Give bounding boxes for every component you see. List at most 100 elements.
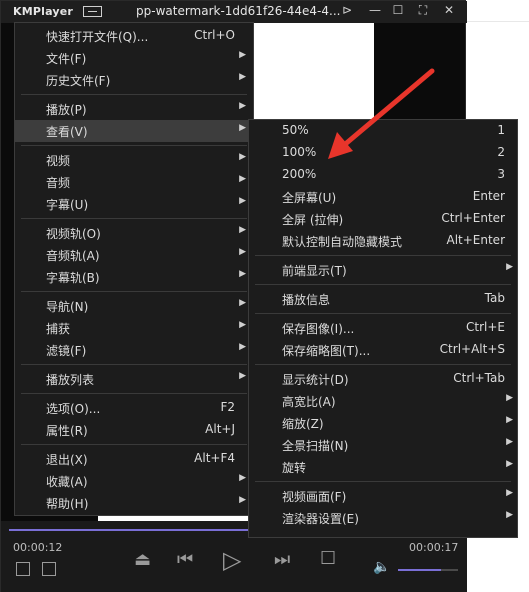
main-menu-separator — [21, 218, 247, 219]
main-menu-separator — [21, 291, 247, 292]
view-submenu-item-7[interactable]: 播放信息 Tab — [249, 288, 517, 310]
window-file-title: pp-watermark-1dd61f26-44e4-4... — [136, 4, 341, 18]
submenu-arrow-icon: ▶ — [239, 269, 246, 279]
next-icon[interactable]: ⏭ — [274, 549, 290, 570]
main-menu-item-label: 查看(V) — [46, 125, 88, 139]
eject-icon[interactable]: ⏏ — [134, 549, 151, 570]
main-menu-item-8[interactable]: 视频轨(O) ▶ — [15, 222, 253, 244]
main-menu-item-4[interactable]: 查看(V) ▶ — [15, 120, 253, 142]
time-total: 00:00:17 — [409, 541, 459, 554]
close-icon[interactable]: ✕ — [441, 3, 457, 17]
main-menu-item-2[interactable]: 历史文件(F) ▶ — [15, 69, 253, 91]
view-submenu-item-13[interactable]: 全景扫描(N) ▶ — [249, 434, 517, 456]
view-submenu-item-5[interactable]: 默认控制自动隐藏模式 Alt+Enter — [249, 230, 517, 252]
main-menu-item-5[interactable]: 视频 ▶ — [15, 149, 253, 171]
main-menu-item-label: 音频 — [46, 176, 71, 190]
view-submenu-item-1[interactable]: 100% 2 — [249, 142, 517, 164]
view-submenu-item-label: 高宽比(A) — [282, 395, 336, 409]
view-submenu-item-label: 100% — [282, 145, 317, 159]
speaker-icon[interactable]: 🔈 — [373, 559, 390, 575]
view-submenu-item-11[interactable]: 高宽比(A) ▶ — [249, 390, 517, 412]
main-menu-item-13[interactable]: 滤镜(F) ▶ — [15, 339, 253, 361]
view-submenu-item-4[interactable]: 全屏 (拉伸) Ctrl+Enter — [249, 208, 517, 230]
main-menu-item-label: 属性(R) — [46, 424, 88, 438]
main-menu-item-19[interactable]: 帮助(H) ▶ — [15, 492, 253, 514]
app-logo[interactable]: KMPlayer — [13, 5, 73, 18]
main-menu-item-9[interactable]: 音频轨(A) ▶ — [15, 244, 253, 266]
view-submenu-item-14[interactable]: 旋转 ▶ — [249, 456, 517, 478]
main-menu-item-15[interactable]: 选项(O)... F2 — [15, 397, 253, 419]
view-submenu-item-label: 旋转 — [282, 461, 307, 475]
view-submenu-item-10[interactable]: 显示统计(D) Ctrl+Tab — [249, 368, 517, 390]
minimize-icon[interactable]: — — [367, 3, 383, 17]
main-menu-item-shortcut: Ctrl+O — [194, 28, 235, 42]
main-menu-item-6[interactable]: 音频 ▶ — [15, 171, 253, 193]
submenu-arrow-icon: ▶ — [239, 152, 246, 162]
main-menu-item-18[interactable]: 收藏(A) ▶ — [15, 470, 253, 492]
main-menu-item-10[interactable]: 字幕轨(B) ▶ — [15, 266, 253, 288]
main-menu-item-label: 字幕轨(B) — [46, 271, 100, 285]
submenu-arrow-icon: ▶ — [506, 415, 513, 425]
main-menu-item-11[interactable]: 导航(N) ▶ — [15, 295, 253, 317]
main-menu-separator — [21, 393, 247, 394]
main-menu-separator — [21, 444, 247, 445]
submenu-arrow-icon: ▶ — [506, 459, 513, 469]
view-submenu-item-16[interactable]: 渲染器设置(E) ▶ — [249, 507, 517, 529]
view-submenu-item-label: 默认控制自动隐藏模式 — [282, 235, 403, 249]
main-menu-item-3[interactable]: 播放(P) ▶ — [15, 98, 253, 120]
main-menu-item-1[interactable]: 文件(F) ▶ — [15, 47, 253, 69]
main-menu-item-label: 历史文件(F) — [46, 74, 111, 88]
main-menu-item-12[interactable]: 捕获 ▶ — [15, 317, 253, 339]
main-menu-item-label: 快速打开文件(Q)... — [46, 30, 149, 44]
view-submenu: 50% 1 100% 2 200% 3 全屏幕(U) Enter 全屏 (拉伸) Ctrl+Ent… — [248, 119, 518, 538]
main-menu-item-label: 视频轨(O) — [46, 227, 101, 241]
main-menu-item-17[interactable]: 退出(X) Alt+F4 — [15, 448, 253, 470]
submenu-arrow-icon: ▶ — [239, 342, 246, 352]
view-submenu-item-2[interactable]: 200% 3 — [249, 164, 517, 186]
view-submenu-item-0[interactable]: 50% 1 — [249, 120, 517, 142]
main-menu-item-shortcut: F2 — [220, 400, 235, 414]
main-menu-item-label: 收藏(A) — [46, 475, 88, 489]
title-bar[interactable]: KMPlayer pp-watermark-1dd61f26-44e4-4...… — [1, 1, 467, 23]
submenu-arrow-icon: ▶ — [239, 495, 246, 505]
submenu-arrow-icon: ▶ — [239, 371, 246, 381]
play-icon[interactable]: ▷ — [223, 546, 241, 574]
main-menu-separator — [21, 94, 247, 95]
main-menu-item-7[interactable]: 字幕(U) ▶ — [15, 193, 253, 215]
main-menu-item-label: 退出(X) — [46, 453, 88, 467]
view-submenu-item-3[interactable]: 全屏幕(U) Enter — [249, 186, 517, 208]
view-submenu-item-shortcut: Tab — [484, 291, 505, 305]
main-menu-item-0[interactable]: 快速打开文件(Q)... Ctrl+O — [15, 25, 253, 47]
fullscreen-icon[interactable]: ⛶ — [415, 3, 431, 18]
view-submenu-item-15[interactable]: 视频画面(F) ▶ — [249, 485, 517, 507]
mini-mode-icon[interactable] — [83, 6, 102, 17]
view-submenu-item-label: 缩放(Z) — [282, 417, 324, 431]
main-menu-item-label: 导航(N) — [46, 300, 89, 314]
maximize-icon[interactable]: ☐ — [390, 3, 406, 17]
volume-slider[interactable] — [398, 569, 458, 571]
view-submenu-item-label: 渲染器设置(E) — [282, 512, 359, 526]
main-menu-item-label: 帮助(H) — [46, 497, 89, 511]
submenu-arrow-icon: ▶ — [239, 50, 246, 60]
submenu-arrow-icon: ▶ — [506, 437, 513, 447]
view-submenu-item-9[interactable]: 保存缩略图(T)... Ctrl+Alt+S — [249, 339, 517, 361]
main-menu-item-16[interactable]: 属性(R) Alt+J — [15, 419, 253, 441]
main-menu-item-label: 播放列表 — [46, 373, 95, 387]
view-submenu-item-6[interactable]: 前端显示(T) ▶ — [249, 259, 517, 281]
playlist-icon[interactable] — [16, 562, 30, 576]
submenu-arrow-icon: ▶ — [239, 174, 246, 184]
context-menu: 快速打开文件(Q)... Ctrl+O 文件(F) ▶ 历史文件(F) ▶ 播放(P) ▶ 查看… — [14, 22, 254, 516]
download-icon[interactable] — [42, 562, 56, 576]
view-submenu-item-label: 播放信息 — [282, 293, 331, 307]
submenu-arrow-icon: ▶ — [239, 196, 246, 206]
submenu-arrow-icon: ▶ — [239, 72, 246, 82]
prev-icon[interactable]: ⏮ — [177, 549, 193, 570]
view-submenu-item-12[interactable]: 缩放(Z) ▶ — [249, 412, 517, 434]
stop-icon[interactable]: ☐ — [320, 548, 336, 569]
view-submenu-item-shortcut: Ctrl+E — [466, 320, 505, 334]
view-submenu-item-shortcut: Alt+Enter — [446, 233, 505, 247]
main-menu-item-14[interactable]: 播放列表 ▶ — [15, 368, 253, 390]
submenu-arrow-icon: ▶ — [506, 262, 513, 272]
pin-icon[interactable]: ⊳ — [339, 3, 355, 17]
view-submenu-item-8[interactable]: 保存图像(I)... Ctrl+E — [249, 317, 517, 339]
